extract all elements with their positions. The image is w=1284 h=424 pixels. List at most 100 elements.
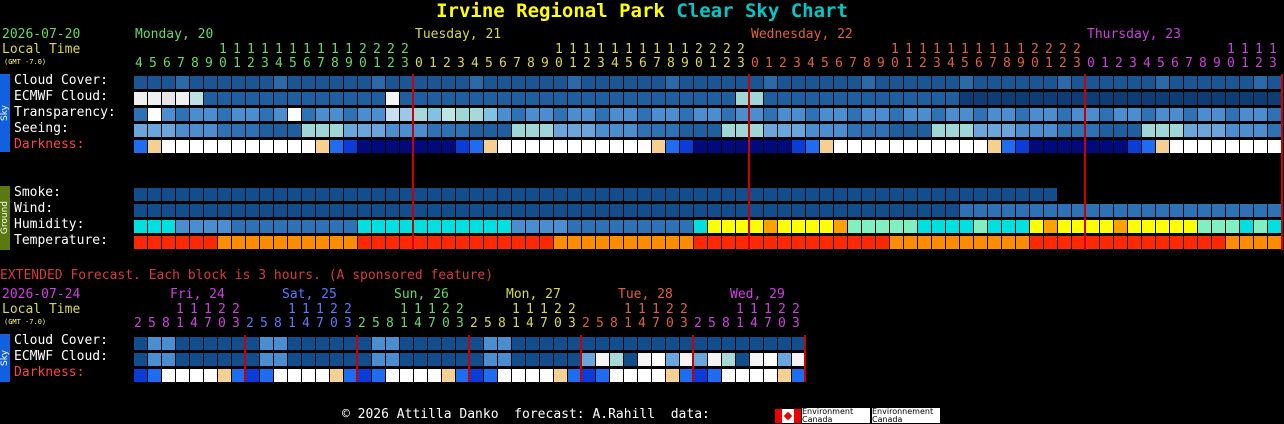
- smoke-block[interactable]: [918, 188, 931, 201]
- ecmwf-block[interactable]: [1002, 92, 1015, 105]
- dark-block[interactable]: [344, 140, 357, 153]
- hum-block[interactable]: [736, 220, 749, 233]
- transp-block[interactable]: [414, 108, 427, 121]
- ext-ecmwf-block[interactable]: [582, 353, 595, 366]
- cloud-block[interactable]: [596, 76, 609, 89]
- dark-block[interactable]: [890, 140, 903, 153]
- cloud-block[interactable]: [624, 76, 637, 89]
- dark-block[interactable]: [148, 140, 161, 153]
- transp-block[interactable]: [1016, 108, 1029, 121]
- ecmwf-block[interactable]: [288, 92, 301, 105]
- dark-block[interactable]: [806, 140, 819, 153]
- dark-block[interactable]: [1254, 140, 1267, 153]
- hum-block[interactable]: [708, 220, 721, 233]
- smoke-block[interactable]: [1030, 188, 1043, 201]
- seeing-block[interactable]: [148, 124, 161, 137]
- hum-block[interactable]: [960, 220, 973, 233]
- ext-ecmwf-block[interactable]: [442, 353, 455, 366]
- seeing-block[interactable]: [1142, 124, 1155, 137]
- hum-block[interactable]: [302, 220, 315, 233]
- cloud-block[interactable]: [932, 76, 945, 89]
- seeing-block[interactable]: [330, 124, 343, 137]
- ext-ecmwf-block[interactable]: [134, 353, 147, 366]
- ext-darkness-block[interactable]: [232, 369, 245, 382]
- cloud-block[interactable]: [456, 76, 469, 89]
- hum-block[interactable]: [694, 220, 707, 233]
- ext-darkness-block[interactable]: [764, 369, 777, 382]
- hum-block[interactable]: [890, 220, 903, 233]
- dark-block[interactable]: [736, 140, 749, 153]
- dark-block[interactable]: [218, 140, 231, 153]
- ext-cloud-block[interactable]: [694, 337, 707, 350]
- temp-block[interactable]: [260, 236, 273, 249]
- ext-darkness-block[interactable]: [204, 369, 217, 382]
- ext-cloud-block[interactable]: [442, 337, 455, 350]
- dark-block[interactable]: [176, 140, 189, 153]
- smoke-block[interactable]: [960, 188, 973, 201]
- seeing-block[interactable]: [1156, 124, 1169, 137]
- transp-block[interactable]: [372, 108, 385, 121]
- seeing-block[interactable]: [302, 124, 315, 137]
- temp-block[interactable]: [778, 236, 791, 249]
- ext-ecmwf-block[interactable]: [652, 353, 665, 366]
- dark-block[interactable]: [232, 140, 245, 153]
- cloud-block[interactable]: [218, 76, 231, 89]
- ecmwf-block[interactable]: [582, 92, 595, 105]
- ext-darkness-block[interactable]: [526, 369, 539, 382]
- ext-cloud-block[interactable]: [372, 337, 385, 350]
- hum-block[interactable]: [1156, 220, 1169, 233]
- ext-cloud-block[interactable]: [316, 337, 329, 350]
- smoke-block[interactable]: [218, 188, 231, 201]
- ecmwf-block[interactable]: [568, 92, 581, 105]
- dark-block[interactable]: [484, 140, 497, 153]
- ecmwf-block[interactable]: [400, 92, 413, 105]
- wind-block[interactable]: [1058, 204, 1071, 217]
- dark-block[interactable]: [652, 140, 665, 153]
- wind-block[interactable]: [834, 204, 847, 217]
- ecmwf-block[interactable]: [358, 92, 371, 105]
- wind-block[interactable]: [414, 204, 427, 217]
- dark-block[interactable]: [1100, 140, 1113, 153]
- seeing-block[interactable]: [918, 124, 931, 137]
- wind-block[interactable]: [190, 204, 203, 217]
- cloud-block[interactable]: [680, 76, 693, 89]
- hum-block[interactable]: [722, 220, 735, 233]
- ecmwf-block[interactable]: [484, 92, 497, 105]
- ecmwf-block[interactable]: [1198, 92, 1211, 105]
- temp-block[interactable]: [1142, 236, 1155, 249]
- ext-darkness-block[interactable]: [274, 369, 287, 382]
- smoke-block[interactable]: [792, 188, 805, 201]
- ecmwf-block[interactable]: [190, 92, 203, 105]
- ext-ecmwf-block[interactable]: [792, 353, 805, 366]
- wind-block[interactable]: [134, 204, 147, 217]
- ecmwf-block[interactable]: [932, 92, 945, 105]
- hum-block[interactable]: [260, 220, 273, 233]
- ecmwf-block[interactable]: [876, 92, 889, 105]
- cloud-block[interactable]: [162, 76, 175, 89]
- ext-cloud-block[interactable]: [330, 337, 343, 350]
- ext-cloud-block[interactable]: [750, 337, 763, 350]
- wind-block[interactable]: [666, 204, 679, 217]
- ext-ecmwf-block[interactable]: [260, 353, 273, 366]
- cloud-block[interactable]: [400, 76, 413, 89]
- wind-block[interactable]: [764, 204, 777, 217]
- smoke-block[interactable]: [372, 188, 385, 201]
- hum-block[interactable]: [778, 220, 791, 233]
- dark-block[interactable]: [946, 140, 959, 153]
- wind-block[interactable]: [806, 204, 819, 217]
- hum-block[interactable]: [666, 220, 679, 233]
- ext-darkness-block[interactable]: [162, 369, 175, 382]
- transp-block[interactable]: [624, 108, 637, 121]
- seeing-block[interactable]: [358, 124, 371, 137]
- temp-block[interactable]: [736, 236, 749, 249]
- seeing-block[interactable]: [1086, 124, 1099, 137]
- ext-ecmwf-block[interactable]: [344, 353, 357, 366]
- cloud-block[interactable]: [372, 76, 385, 89]
- ecmwf-block[interactable]: [176, 92, 189, 105]
- ext-cloud-block[interactable]: [470, 337, 483, 350]
- transp-block[interactable]: [722, 108, 735, 121]
- dark-block[interactable]: [904, 140, 917, 153]
- smoke-block[interactable]: [400, 188, 413, 201]
- temp-block[interactable]: [792, 236, 805, 249]
- hum-block[interactable]: [148, 220, 161, 233]
